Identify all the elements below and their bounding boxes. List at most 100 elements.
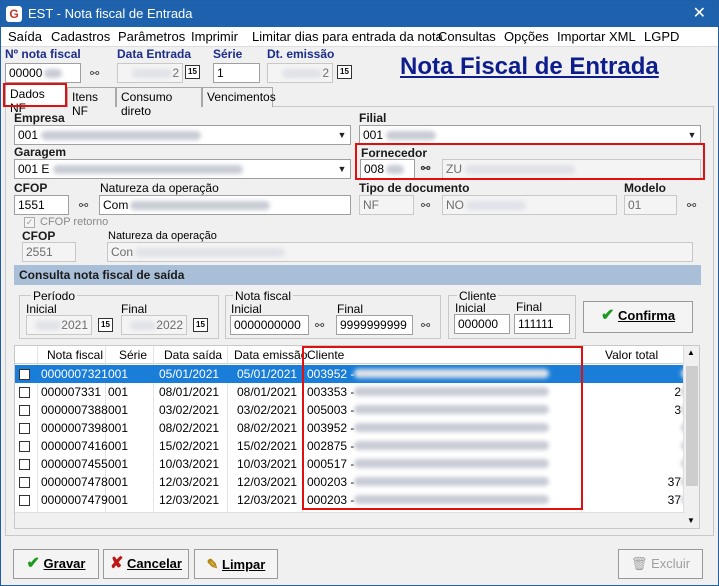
col-data-saida[interactable]: Data saída [164, 348, 222, 362]
col-data-emissao[interactable]: Data emissão [234, 348, 307, 362]
cell-data-emissao: 10/03/2021 [237, 457, 298, 471]
cell-data-emissao: 05/01/2021 [237, 367, 298, 381]
binoculars-icon[interactable]: ⚯ [315, 319, 324, 332]
menu-opcoes[interactable]: Opções [504, 29, 549, 44]
dt-emissao-input[interactable]: 2 [267, 63, 333, 83]
window-title: EST - Nota fiscal de Entrada [28, 6, 193, 21]
binoculars-icon[interactable]: ⚯ [79, 199, 88, 212]
cell-data-emissao: 08/02/2021 [237, 421, 298, 435]
garagem-select[interactable]: 001 E ▼ [14, 159, 351, 179]
nf-inicial-label: Inicial [231, 302, 262, 316]
empresa-label: Empresa [14, 111, 65, 125]
excluir-button[interactable]: 🗑 Excluir [618, 549, 703, 579]
modelo-label: Modelo [624, 181, 666, 195]
vertical-scrollbar[interactable]: ▲ ▼ [683, 346, 699, 528]
calendar-icon[interactable]: 15 [98, 318, 113, 332]
nf-final-input[interactable]: 9999999999 [336, 315, 413, 335]
cell-data-saida: 03/02/2021 [159, 403, 220, 417]
tab-vencimentos[interactable]: Vencimentos [202, 87, 276, 107]
cell-nota-fiscal: 0000007398 [41, 421, 108, 435]
menu-limitar-dias[interactable]: Limitar dias para entrada da nota [252, 29, 443, 44]
data-entrada-input[interactable]: 2 [117, 63, 183, 83]
cell-nota-fiscal: 0000007416 [41, 439, 108, 453]
scroll-down-icon[interactable]: ▼ [687, 516, 695, 525]
gravar-button[interactable]: ✔ Gravar [13, 549, 99, 579]
natureza2-label: Natureza da operação [108, 230, 217, 242]
binoculars-icon[interactable]: ⚯ [421, 319, 430, 332]
calendar-icon[interactable]: 15 [185, 65, 200, 79]
col-nota-fiscal[interactable]: Nota fiscal [47, 348, 103, 362]
menu-parametros[interactable]: Parâmetros [118, 29, 185, 44]
cfop2-input: 2551 [22, 242, 76, 262]
binoculars-icon[interactable]: ⚯ [687, 199, 696, 212]
close-icon[interactable]: ✕ [693, 3, 706, 23]
row-checkbox[interactable] [19, 387, 30, 398]
menu-importar-xml[interactable]: Importar XML [557, 29, 636, 44]
app-icon: G [6, 6, 22, 22]
menu-consultas[interactable]: Consultas [438, 29, 496, 44]
tab-consumo-direto[interactable]: Consumo direto [116, 87, 202, 118]
limpar-button[interactable]: ✎ Limpar [194, 549, 278, 579]
cfop-input[interactable]: 1551 [14, 195, 69, 215]
calendar-icon[interactable]: 15 [193, 318, 208, 332]
confirma-button[interactable]: ✔ Confirma [583, 301, 693, 333]
empresa-select[interactable]: 001 ▼ [14, 125, 351, 145]
scroll-thumb[interactable] [686, 366, 698, 486]
row-checkbox[interactable] [19, 423, 30, 434]
col-serie[interactable]: Série [119, 348, 147, 362]
periodo-final-input[interactable]: 2022 [121, 315, 187, 335]
cfop-retorno-checkbox[interactable]: ✓ [24, 217, 35, 228]
cliente-final-input[interactable]: 111111 [514, 314, 570, 334]
row-checkbox[interactable] [19, 477, 30, 488]
nf-final-label: Final [337, 302, 364, 316]
cell-valor-total: 3 [631, 403, 699, 417]
binoculars-icon[interactable]: ⚯ [90, 67, 99, 80]
cell-nota-fiscal: 0000007388 [41, 403, 108, 417]
serie-label: Série [213, 47, 243, 61]
row-checkbox[interactable] [19, 459, 30, 470]
filial-label: Filial [359, 111, 387, 125]
cell-nota-fiscal: 0000007321 [41, 367, 108, 381]
row-checkbox[interactable] [19, 495, 30, 506]
cliente-final-label: Final [516, 300, 543, 314]
calendar-icon[interactable]: 15 [337, 65, 352, 79]
scroll-up-icon[interactable]: ▲ [687, 348, 695, 357]
nf-input[interactable]: 00000 [5, 63, 81, 83]
chevron-down-icon: ▼ [684, 126, 700, 144]
row-checkbox[interactable] [19, 369, 30, 380]
natureza-input[interactable]: Com [99, 195, 351, 215]
cfop-label: CFOP [14, 181, 48, 195]
cell-data-emissao: 03/02/2021 [237, 403, 298, 417]
nf-inicial-input[interactable]: 0000000000 [230, 315, 309, 335]
periodo-inicial-input[interactable]: 2021 [26, 315, 92, 335]
cell-data-saida: 12/03/2021 [159, 475, 220, 489]
cell-valor-total: 2 [631, 385, 699, 399]
cliente-inicial-input[interactable]: 000000 [454, 314, 510, 334]
cell-data-saida: 08/02/2021 [159, 421, 220, 435]
menu-cadastros[interactable]: Cadastros [51, 29, 110, 44]
serie-input[interactable]: 1 [213, 63, 260, 83]
filial-select[interactable]: 001 ▼ [359, 125, 701, 145]
menu-imprimir[interactable]: Imprimir [191, 29, 238, 44]
highlight-box [3, 83, 67, 107]
col-valor-total[interactable]: Valor total [605, 348, 658, 362]
cell-data-saida: 05/01/2021 [159, 367, 220, 381]
cell-nota-fiscal: 0000007479 [41, 493, 108, 507]
binoculars-icon[interactable]: ⚯ [421, 199, 430, 212]
cancelar-button[interactable]: ✘ Cancelar [103, 549, 189, 579]
cell-data-emissao: 12/03/2021 [237, 475, 298, 489]
cfop2-label: CFOP [22, 229, 56, 243]
check-icon: ✔ [26, 555, 40, 572]
row-checkbox[interactable] [19, 441, 30, 452]
garagem-label: Garagem [14, 145, 67, 159]
row-checkbox[interactable] [19, 405, 30, 416]
tab-itens-nf[interactable]: Itens NF [67, 87, 116, 118]
natureza2-input: Con [107, 242, 693, 262]
horizontal-scrollbar[interactable] [15, 512, 685, 528]
title-bar: G EST - Nota fiscal de Entrada ✕ [1, 1, 718, 27]
cell-nota-fiscal: 0000007455 [41, 457, 108, 471]
menu-lgpd[interactable]: LGPD [644, 29, 679, 44]
cell-data-saida: 15/02/2021 [159, 439, 220, 453]
cell-data-saida: 08/01/2021 [159, 385, 220, 399]
menu-saida[interactable]: Saída [8, 29, 42, 44]
